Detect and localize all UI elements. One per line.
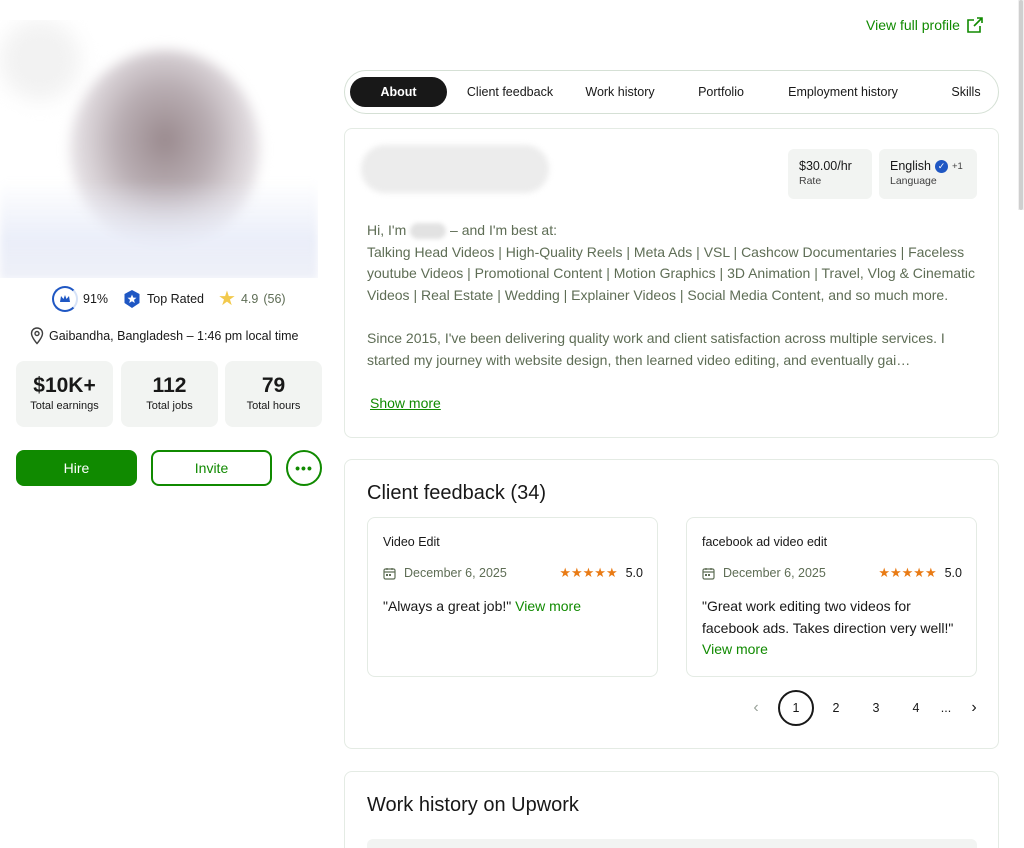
tab-skills[interactable]: Skills — [941, 77, 991, 107]
feedback-quote: "Great work editing two videos for faceb… — [702, 596, 967, 661]
language-value: English — [890, 159, 931, 173]
page-2[interactable]: 2 — [818, 690, 854, 726]
view-full-profile-link[interactable]: View full profile — [866, 16, 984, 34]
freelancer-name — [361, 145, 549, 193]
profile-stats-line: 91% Top Rated ★ 4.9 (56) — [52, 286, 286, 312]
tab-about[interactable]: About — [350, 77, 447, 107]
calendar-icon — [702, 567, 715, 580]
stat-total-jobs: 112 Total jobs — [121, 361, 218, 427]
tab-employment-history[interactable]: Employment history — [777, 77, 909, 107]
stat-value: $10K+ — [33, 374, 96, 397]
stat-label: Total hours — [246, 400, 301, 412]
feedback-date: December 6, 2025 — [723, 566, 826, 580]
external-link-icon — [967, 17, 983, 33]
ellipsis-icon: ••• — [295, 460, 313, 476]
intro-line: Hi, I'm – and I'm best at: — [367, 220, 982, 242]
profile-photo[interactable] — [0, 20, 318, 278]
rate-label: Rate — [799, 175, 822, 187]
work-history-title: Work history on Upwork — [367, 794, 579, 816]
location-text: Gaibandha, Bangladesh – 1:46 pm local ti… — [49, 329, 299, 343]
view-full-profile-label: View full profile — [866, 17, 960, 33]
rating-stars-icon: ★★★★★ — [559, 565, 618, 580]
stat-value: 112 — [152, 374, 187, 397]
rating-stars-icon: ★★★★★ — [878, 565, 937, 580]
tab-client-feedback[interactable]: Client feedback — [455, 77, 565, 107]
stat-value: 79 — [261, 374, 286, 397]
quote-text: "Always a great job!" — [383, 598, 512, 614]
feedback-date: December 6, 2025 — [404, 566, 507, 580]
feedback-score: 5.0 — [944, 566, 962, 580]
feedback-item: facebook ad video edit December 6, 2025 … — [686, 517, 977, 677]
top-rated-icon — [124, 290, 140, 308]
star-icon: ★ — [218, 288, 236, 310]
stat-total-earnings: $10K+ Total earnings — [16, 361, 113, 427]
invite-button[interactable]: Invite — [151, 450, 272, 486]
location-pin-icon — [30, 327, 44, 345]
feedback-job-title: facebook ad video edit — [702, 535, 828, 549]
scrollbar-thumb[interactable] — [1019, 0, 1023, 210]
rate-box: $30.00/hr Rate — [788, 149, 872, 199]
intro-prefix: Hi, I'm — [367, 222, 407, 238]
page-ellipsis: ... — [940, 701, 952, 715]
rate-value: $30.00/hr — [799, 159, 852, 173]
verified-check-icon: ✓ — [935, 159, 948, 173]
feedback-item: Video Edit December 6, 2025 ★★★★★ 5.0 "A… — [367, 517, 658, 677]
next-page-icon[interactable]: › — [956, 690, 992, 726]
language-extra-count: +1 — [952, 160, 963, 172]
job-success: 91% — [52, 286, 108, 312]
feedback-job-title: Video Edit — [383, 535, 440, 549]
rating-value: 4.9 — [240, 292, 259, 306]
page-3[interactable]: 3 — [858, 690, 894, 726]
language-label: Language — [890, 175, 937, 187]
work-history-card: Work history on Upwork — [344, 771, 999, 848]
feedback-score: 5.0 — [625, 566, 643, 580]
specialties-text: Talking Head Videos | High-Quality Reels… — [367, 243, 976, 303]
top-rated-label: Top Rated — [147, 292, 205, 306]
scrollbar[interactable] — [1018, 0, 1024, 210]
about-card: $30.00/hr Rate English ✓ +1 Language Hi,… — [344, 128, 999, 438]
location: Gaibandha, Bangladesh – 1:46 pm local ti… — [30, 327, 298, 345]
profile-tabs: About Client feedback Work history Portf… — [344, 70, 999, 114]
page-1[interactable]: 1 — [778, 690, 814, 726]
view-more-link[interactable]: View more — [515, 598, 581, 614]
stat-label: Total earnings — [30, 400, 99, 412]
client-feedback-card: Client feedback (34) Video Edit December… — [344, 459, 999, 749]
view-more-link[interactable]: View more — [702, 639, 967, 661]
show-more-link[interactable]: Show more — [370, 395, 441, 411]
page-4[interactable]: 4 — [898, 690, 934, 726]
language-box[interactable]: English ✓ +1 Language — [879, 149, 977, 199]
feedback-quote: "Always a great job!" View more — [383, 596, 648, 618]
more-options-button[interactable]: ••• — [286, 450, 322, 486]
calendar-icon — [383, 567, 396, 580]
rating-count: (56) — [263, 292, 286, 306]
tab-work-history[interactable]: Work history — [575, 77, 665, 107]
inline-name — [410, 223, 447, 240]
stat-total-hours: 79 Total hours — [225, 361, 322, 427]
job-success-value: 91% — [83, 292, 109, 306]
rating: ★ 4.9 (56) — [218, 289, 286, 309]
top-rated-badge: Top Rated — [122, 289, 204, 309]
about-description: Hi, I'm – and I'm best at: Talking Head … — [367, 220, 982, 371]
work-history-tabs-bar — [367, 839, 977, 848]
tab-portfolio[interactable]: Portfolio — [685, 77, 757, 107]
client-feedback-title: Client feedback (34) — [367, 482, 546, 504]
hire-button[interactable]: Hire — [16, 450, 137, 486]
intro-suffix: – and I'm best at: — [450, 222, 557, 238]
stat-label: Total jobs — [146, 400, 193, 412]
quote-text: "Great work editing two videos for faceb… — [702, 598, 954, 636]
job-success-icon — [52, 286, 78, 312]
prev-page-icon[interactable]: ‹ — [738, 690, 774, 726]
feedback-pagination: ‹ 1 2 3 4 ... › — [738, 690, 996, 726]
about-paragraph-2: Since 2015, I've been delivering quality… — [367, 329, 945, 368]
